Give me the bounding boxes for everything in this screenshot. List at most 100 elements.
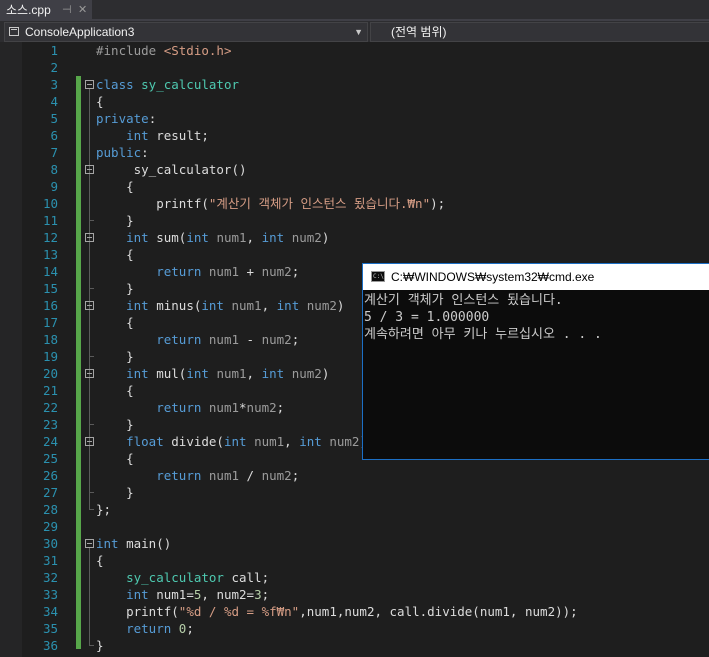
line-number: 9 <box>50 179 58 194</box>
code-token: } <box>96 213 134 228</box>
line-number: 20 <box>42 366 58 381</box>
code-token: <Stdio.h> <box>163 43 232 58</box>
code-line[interactable]: { <box>96 246 134 263</box>
code-line[interactable]: } <box>96 348 134 365</box>
code-token: ; <box>186 621 194 636</box>
console-title: C:₩WINDOWS₩system32₩cmd.exe <box>391 270 595 284</box>
code-token: , <box>284 434 300 449</box>
collapse-icon[interactable] <box>85 233 94 242</box>
code-line[interactable]: } <box>96 280 134 297</box>
code-line[interactable]: printf("계산기 객체가 인스턴스 됬습니다.₩n"); <box>96 195 445 212</box>
code-line[interactable]: int minus(int num1, int num2) <box>96 297 344 314</box>
code-line[interactable]: return num1*num2; <box>96 399 284 416</box>
code-line[interactable]: }; <box>96 501 111 518</box>
code-token: sum( <box>156 230 187 245</box>
line-number: 23 <box>42 417 58 432</box>
code-token: num2 <box>261 264 292 279</box>
code-line[interactable]: printf("%d / %d = %f₩n",num1,num2, call.… <box>96 603 578 620</box>
code-line[interactable]: public: <box>96 144 149 161</box>
line-number: 28 <box>42 502 58 517</box>
code-line[interactable]: return 0; <box>96 620 194 637</box>
code-line[interactable]: } <box>96 212 134 229</box>
collapse-icon[interactable] <box>85 301 94 310</box>
code-line[interactable]: { <box>96 552 104 569</box>
line-number: 8 <box>50 162 58 177</box>
code-token: : <box>141 145 149 160</box>
code-line[interactable]: return num1 + num2; <box>96 263 299 280</box>
collapse-icon[interactable] <box>85 165 94 174</box>
code-line[interactable]: int result; <box>96 127 209 144</box>
collapse-icon[interactable] <box>85 80 94 89</box>
code-line[interactable]: { <box>96 93 104 110</box>
code-token: int <box>126 366 157 381</box>
project-dropdown[interactable]: ConsoleApplication3 ▼ <box>4 22 368 42</box>
code-line[interactable]: { <box>96 382 134 399</box>
code-token: { <box>96 94 104 109</box>
fold-guide <box>89 378 90 424</box>
code-line[interactable]: #include <Stdio.h> <box>96 42 231 59</box>
code-token: int <box>96 536 127 551</box>
code-token: ) <box>336 298 345 313</box>
fold-end <box>89 492 94 493</box>
code-token: call; <box>231 570 270 585</box>
code-line[interactable]: sy_calculator call; <box>96 569 269 586</box>
line-number: 10 <box>42 196 58 211</box>
code-token: ; <box>291 468 300 483</box>
code-token: return <box>126 621 179 636</box>
pin-icon[interactable]: ⊣ <box>62 0 72 21</box>
collapse-icon[interactable] <box>85 539 94 548</box>
code-token: } <box>96 638 104 653</box>
collapse-icon[interactable] <box>85 369 94 378</box>
scope-dropdown[interactable]: (전역 범위) <box>370 22 709 42</box>
code-token: result; <box>156 128 209 143</box>
code-line[interactable]: int main() <box>96 535 171 552</box>
code-line[interactable]: int num1=5, num2=3; <box>96 586 269 603</box>
code-line[interactable]: float divide(int num1, int num2) <box>96 433 367 450</box>
line-number: 6 <box>50 128 58 143</box>
code-token: int <box>126 298 157 313</box>
line-number: 14 <box>42 264 58 279</box>
navigation-bar: ConsoleApplication3 ▼ (전역 범위) <box>0 21 709 43</box>
code-token: ,num1,num2, call.divide(num1, num2)); <box>299 604 578 619</box>
fold-guide <box>89 310 90 356</box>
code-line[interactable]: { <box>96 178 134 195</box>
code-token: { <box>96 179 134 194</box>
console-window[interactable]: C:₩WINDOWS₩system32₩cmd.exe 계산기 객체가 인스턴스… <box>362 263 709 460</box>
code-token: #include <box>96 43 164 58</box>
code-token: ; <box>291 332 300 347</box>
code-line[interactable]: class sy_calculator <box>96 76 239 93</box>
code-token: num1 <box>216 366 247 381</box>
code-token: num1 <box>208 264 240 279</box>
console-output: 계산기 객체가 인스턴스 됬습니다. 5 / 3 = 1.000000 계속하려면 … <box>364 292 704 343</box>
code-token: / <box>239 468 262 483</box>
code-line[interactable]: { <box>96 450 134 467</box>
line-number: 27 <box>42 485 58 500</box>
code-line[interactable]: private: <box>96 110 156 127</box>
tab-source-cpp[interactable]: 소스.cpp ⊣ ✕ <box>0 0 92 21</box>
code-line[interactable]: { <box>96 314 134 331</box>
line-number: 29 <box>42 519 58 534</box>
code-line[interactable]: int sum(int num1, int num2) <box>96 229 329 246</box>
scope-label: (전역 범위) <box>391 25 447 39</box>
code-line[interactable]: return num1 / num2; <box>96 467 299 484</box>
code-token: return <box>156 332 209 347</box>
code-token: { <box>96 315 134 330</box>
project-label: ConsoleApplication3 <box>25 25 135 39</box>
code-line[interactable]: sy_calculator() <box>96 161 247 178</box>
fold-end <box>89 288 94 289</box>
fold-end <box>89 356 94 357</box>
code-token: ; <box>276 400 285 415</box>
line-number: 13 <box>42 247 58 262</box>
code-line[interactable]: int mul(int num1, int num2) <box>96 365 329 382</box>
collapse-icon[interactable] <box>85 437 94 446</box>
code-line[interactable]: } <box>96 484 134 501</box>
console-titlebar[interactable]: C:₩WINDOWS₩system32₩cmd.exe <box>363 264 709 290</box>
code-line[interactable]: } <box>96 637 104 654</box>
code-token: class <box>96 77 142 92</box>
code-line[interactable]: } <box>96 416 134 433</box>
close-icon[interactable]: ✕ <box>78 0 87 21</box>
code-line[interactable]: return num1 - num2; <box>96 331 299 348</box>
